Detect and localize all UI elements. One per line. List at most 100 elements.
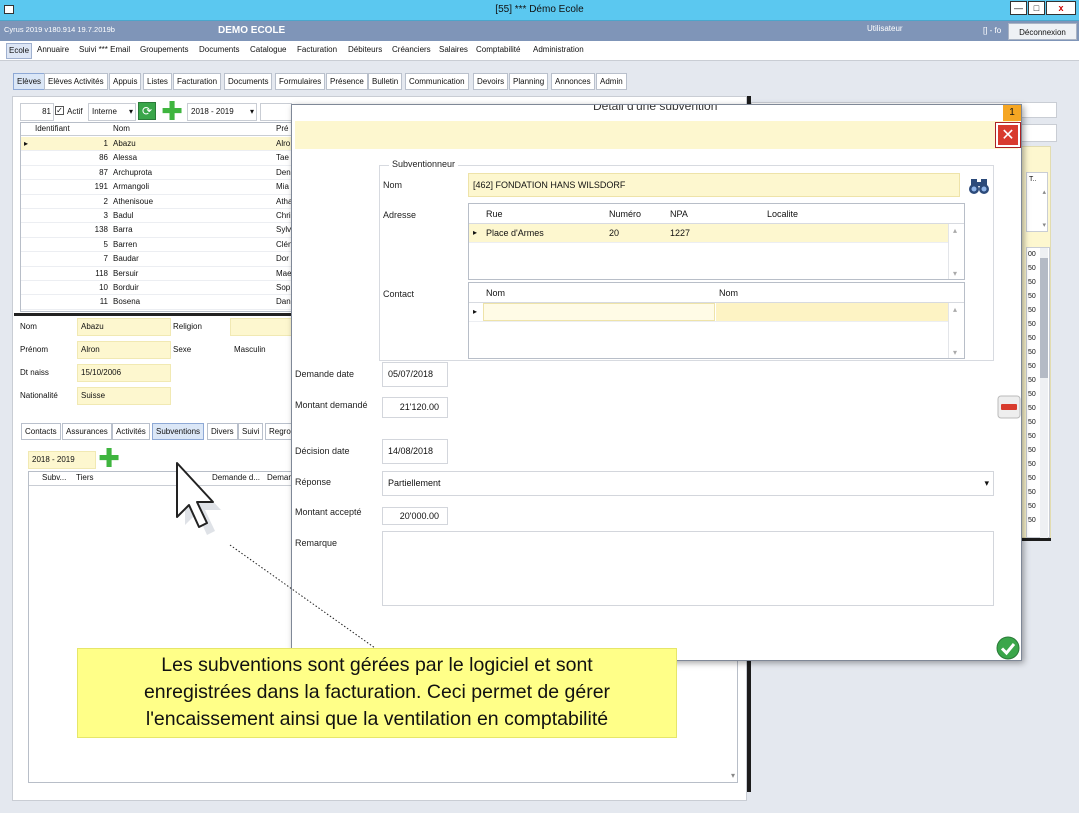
tab-devoirs[interactable]: Devoirs xyxy=(473,73,509,90)
column-numero[interactable]: Numéro xyxy=(609,209,641,219)
tab-activites[interactable]: Activités xyxy=(112,423,150,440)
table-row[interactable]: 11 Bosena Dan xyxy=(21,295,291,310)
tab-formulaires[interactable]: Formulaires xyxy=(275,73,326,90)
column-contact-nom-2[interactable]: Nom xyxy=(719,288,738,298)
nom-field[interactable]: Abazu xyxy=(77,318,171,336)
address-scrollbar[interactable]: ▴ ▾ xyxy=(948,224,964,279)
menu-suivi-email[interactable]: Suivi *** Email xyxy=(79,45,130,54)
scroll-down-icon[interactable]: ▾ xyxy=(731,771,735,780)
tab-eleves-activites[interactable]: Elèves Activités xyxy=(44,73,108,90)
menu-catalogue[interactable]: Catalogue xyxy=(250,45,286,54)
add-student-icon[interactable]: ✚ xyxy=(161,98,183,124)
refresh-icon[interactable]: ⟳ xyxy=(138,102,156,120)
tab-listes[interactable]: Listes xyxy=(143,73,172,90)
tab-assurances[interactable]: Assurances xyxy=(62,423,112,440)
tab-subventions[interactable]: Subventions xyxy=(152,423,205,440)
tab-annonces[interactable]: Annonces xyxy=(551,73,595,90)
tab-appuis[interactable]: Appuis xyxy=(109,73,142,90)
add-subvention-icon[interactable]: ✚ xyxy=(98,443,120,473)
contact-nom-cell-2[interactable] xyxy=(716,303,949,321)
contact-scrollbar[interactable]: ▴ ▾ xyxy=(948,303,964,358)
tab-communication[interactable]: Communication xyxy=(405,73,469,90)
remove-icon[interactable] xyxy=(996,394,1022,420)
sexe-field[interactable]: Masculin xyxy=(230,341,292,359)
minimize-button[interactable]: — xyxy=(1010,1,1027,15)
table-row[interactable]: 5 Barren Clén xyxy=(21,238,291,253)
nationalite-field[interactable]: Suisse xyxy=(77,387,171,405)
menu-annuaire[interactable]: Annuaire xyxy=(37,45,69,54)
tab-divers[interactable]: Divers xyxy=(207,423,238,440)
menu-comptabilite[interactable]: Comptabilité xyxy=(476,45,520,54)
table-row[interactable]: 138 Barra Sylv xyxy=(21,223,291,238)
tab-admin[interactable]: Admin xyxy=(596,73,627,90)
scroll-up-icon[interactable]: ▴ xyxy=(953,226,957,235)
column-subvention[interactable]: Subv... xyxy=(42,473,66,482)
demande-date-field[interactable]: 05/07/2018 xyxy=(382,362,448,387)
menu-groupements[interactable]: Groupements xyxy=(140,45,188,54)
active-checkbox[interactable]: ✓ xyxy=(55,106,64,115)
column-contact-nom[interactable]: Nom xyxy=(486,288,505,298)
confirm-button[interactable] xyxy=(996,636,1020,660)
column-npa[interactable]: NPA xyxy=(670,209,688,219)
tab-suivi[interactable]: Suivi xyxy=(238,423,264,440)
column-nom[interactable]: Nom xyxy=(113,124,130,133)
menu-facturation[interactable]: Facturation xyxy=(297,45,337,54)
maximize-button[interactable]: □ xyxy=(1028,1,1045,15)
tab-eleves[interactable]: Elèves xyxy=(13,73,46,90)
column-identifiant[interactable]: Identifiant xyxy=(35,124,70,133)
scroll-down-icon[interactable]: ▾ xyxy=(953,348,957,357)
scroll-down-icon[interactable]: ▾ xyxy=(1042,221,1046,229)
column-rue[interactable]: Rue xyxy=(486,209,503,219)
close-window-button[interactable]: x xyxy=(1046,1,1076,15)
tab-documents[interactable]: Documents xyxy=(224,73,273,90)
contact-nom-cell[interactable] xyxy=(483,303,715,321)
table-row[interactable]: 118 Bersuir Mae xyxy=(21,267,291,281)
remarque-textarea[interactable] xyxy=(382,531,994,606)
tab-facturation[interactable]: Facturation xyxy=(173,73,222,90)
logout-button[interactable]: Déconnexion xyxy=(1008,23,1077,40)
montant-demande-field[interactable]: 21'120.00 xyxy=(382,397,448,418)
scroll-up-icon[interactable]: ▴ xyxy=(1042,188,1046,196)
close-dialog-button[interactable]: ✕ xyxy=(996,123,1020,147)
table-row[interactable]: ▸ 1 Abazu Alro xyxy=(21,137,291,152)
menu-documents[interactable]: Documents xyxy=(199,45,239,54)
binoculars-icon[interactable] xyxy=(966,173,992,199)
decision-date-field[interactable]: 14/08/2018 xyxy=(382,439,448,464)
montant-accepte-field[interactable]: 20'000.00 xyxy=(382,507,448,525)
type-select[interactable]: Interne ▾ xyxy=(88,103,136,121)
column-demande[interactable]: Deman xyxy=(267,473,293,482)
table-row[interactable]: 86 Alessa Tae xyxy=(21,151,291,166)
address-row[interactable]: ▸ Place d'Armes 20 1227 xyxy=(469,224,949,243)
table-row[interactable]: 87 Archuprota Den xyxy=(21,166,291,181)
table-row[interactable]: 2 Athenisoue Atha xyxy=(21,195,291,209)
subventionneur-nom-field[interactable]: [462] FONDATION HANS WILSDORF xyxy=(468,173,960,197)
scroll-down-icon[interactable]: ▾ xyxy=(953,269,957,278)
scroll-up-icon[interactable]: ▴ xyxy=(953,305,957,314)
search-input[interactable] xyxy=(260,103,292,121)
menu-creanciers[interactable]: Créanciers xyxy=(392,45,431,54)
religion-field[interactable] xyxy=(230,318,292,336)
contact-row[interactable]: ▸ xyxy=(469,303,949,322)
tab-contacts[interactable]: Contacts xyxy=(21,423,61,440)
prenom-field[interactable]: Alron xyxy=(77,341,171,359)
menu-administration[interactable]: Administration xyxy=(533,45,584,54)
table-row[interactable]: 7 Baudar Dor xyxy=(21,252,291,267)
dtnaiss-field[interactable]: 15/10/2006 xyxy=(77,364,171,382)
tab-planning[interactable]: Planning xyxy=(509,73,549,90)
column-prenom[interactable]: Pré xyxy=(276,124,288,133)
menu-ecole[interactable]: Ecole xyxy=(6,43,33,59)
menu-debiteurs[interactable]: Débiteurs xyxy=(348,45,382,54)
splitter[interactable] xyxy=(14,313,294,316)
column-tiers[interactable]: Tiers xyxy=(76,473,93,482)
column-localite[interactable]: Localite xyxy=(767,209,798,219)
tab-bulletin[interactable]: Bulletin xyxy=(368,73,403,90)
subvention-year-field[interactable]: 2018 - 2019 xyxy=(28,451,96,469)
table-row[interactable]: 191 Armangoli Mia xyxy=(21,180,291,195)
year-select[interactable]: 2018 - 2019 ▾ xyxy=(187,103,257,121)
tab-presence[interactable]: Présence xyxy=(326,73,368,90)
reponse-select[interactable]: Partiellement ▾ xyxy=(382,471,994,496)
right-scroll-thumb[interactable] xyxy=(1040,258,1048,378)
menu-salaires[interactable]: Salaires xyxy=(439,45,468,54)
table-row[interactable]: 3 Badul Chri xyxy=(21,209,291,224)
table-row[interactable]: 10 Borduir Sop xyxy=(21,281,291,296)
